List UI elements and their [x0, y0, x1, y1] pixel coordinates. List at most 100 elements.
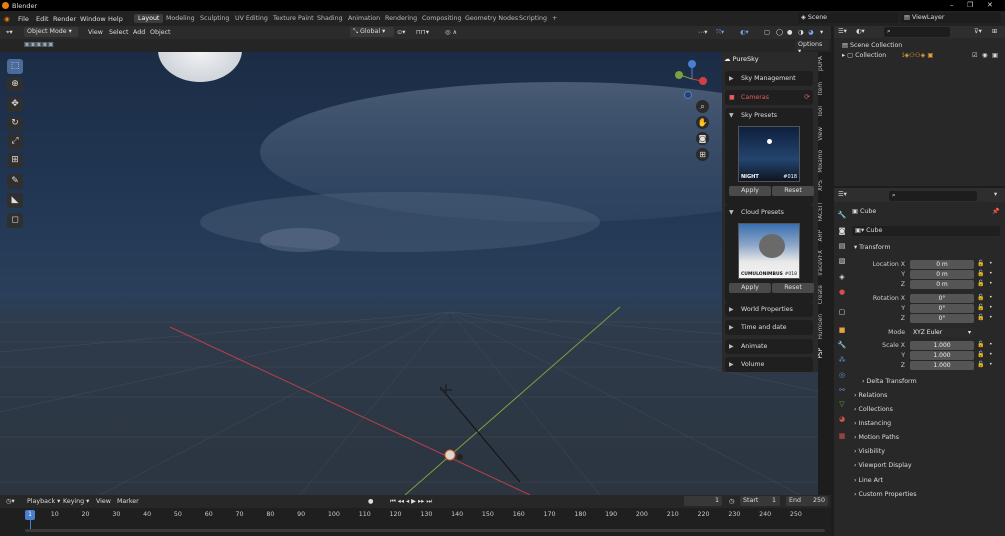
tab-create[interactable]: Create — [818, 285, 831, 304]
tab-tool[interactable]: Tool — [818, 106, 831, 117]
lock-icon[interactable]: 🔓 — [977, 341, 984, 348]
add-workspace-button[interactable]: + — [548, 14, 561, 23]
mode-dropdown[interactable]: Object Mode ▾ — [24, 27, 78, 37]
tab-uv-editing[interactable]: UV Editing — [231, 14, 272, 23]
menu-add[interactable]: Add — [133, 29, 145, 36]
menu-timeline-view[interactable]: View — [96, 498, 111, 505]
lock-icon[interactable]: 🔓 — [977, 361, 984, 368]
collection-row[interactable]: ▸ ▢ Collection ⟟◈⚇⚇◈ ▣ ☑ ◉ ▣ — [842, 52, 1002, 59]
preview-range-icon[interactable]: ◷ — [729, 498, 735, 505]
keyframe-dot-icon[interactable]: • — [989, 341, 993, 348]
relations-section[interactable]: › Relations — [854, 392, 887, 399]
3d-viewport[interactable]: ⬚ ⊕ ✥ ↻ ⤢ ⊞ ✎ ◣ ◻ ⌕ ✋ ◙ ⊞ — [0, 52, 821, 495]
location-z-field[interactable]: 0 m — [910, 280, 974, 289]
measure-tool[interactable]: ◣ — [7, 193, 23, 208]
close-icon[interactable]: ✕ — [987, 1, 993, 9]
transform-orientation-dropdown[interactable]: ⤡ Global ▾ — [350, 27, 394, 37]
animate-section[interactable]: ▶ Animate — [725, 339, 813, 354]
scale-y-field[interactable]: 1.000 — [910, 351, 974, 360]
xray-icon[interactable]: ▢ — [764, 29, 770, 36]
material-props-icon[interactable]: ◕ — [837, 414, 847, 424]
playback-controls[interactable]: ⏮ ◂◂ ◂ ▶ ▸▸ ⏭ — [390, 498, 432, 506]
options-dropdown[interactable]: Options ▾ — [795, 40, 829, 55]
grid-perspective-icon[interactable]: ⊞ — [696, 148, 709, 161]
lock-icon[interactable]: 🔓 — [977, 314, 984, 321]
tab-view[interactable]: View — [818, 127, 831, 141]
tab-tracevfx[interactable]: TraceVFX — [818, 250, 831, 277]
annotate-tool[interactable]: ✎ — [7, 174, 23, 189]
properties-editor-icon[interactable]: ☰▾ — [838, 191, 847, 198]
data-props-icon[interactable]: ▽ — [837, 399, 847, 409]
properties-search-input[interactable]: ⌕ — [889, 191, 977, 201]
filter-icon[interactable]: ⊽▾ — [974, 28, 982, 35]
record-icon[interactable]: ● — [368, 498, 374, 505]
motion-paths-section[interactable]: › Motion Paths — [854, 434, 899, 441]
lock-icon[interactable]: 🔓 — [977, 280, 984, 287]
zoom-icon[interactable]: ⌕ — [696, 100, 709, 113]
tab-sculpting[interactable]: Sculpting — [196, 14, 233, 23]
rotation-mode-dropdown[interactable]: XYZ Euler ▾ — [910, 328, 974, 337]
tab-pupa[interactable]: pUPA — [818, 56, 831, 71]
pin-icon[interactable]: 📌 — [992, 208, 999, 215]
tab-arp[interactable]: ARP — [818, 230, 831, 242]
view-layer-selector[interactable]: ▤ ViewLayer — [901, 13, 1001, 23]
menu-keying[interactable]: Keying ▾ — [63, 498, 89, 505]
texture-props-icon[interactable]: ▦ — [837, 431, 847, 441]
instancing-section[interactable]: › Instancing — [854, 420, 891, 427]
keyframe-dot-icon[interactable]: • — [989, 270, 993, 277]
new-collection-icon[interactable]: ⊞ — [992, 28, 997, 35]
timeline-editor-icon[interactable]: ◷▾ — [6, 498, 15, 505]
end-frame-field[interactable]: End 250 — [786, 496, 828, 506]
menu-help[interactable]: Help — [108, 15, 123, 23]
chevron-down-icon[interactable]: ▼ — [729, 112, 734, 119]
move-tool[interactable]: ✥ — [7, 97, 23, 112]
cloud-preset-thumbnail[interactable]: CUMULONIMBUS #018 — [738, 223, 800, 279]
gizmo-z-axis[interactable] — [688, 60, 696, 68]
menu-render[interactable]: Render — [53, 15, 76, 23]
camera-restrict-icon[interactable]: ▣ — [992, 52, 998, 59]
overlay-icon[interactable]: ◐▾ — [740, 29, 749, 36]
line-art-section[interactable]: › Line Art — [854, 477, 883, 484]
material-shading-icon[interactable]: ◑ — [798, 29, 804, 36]
cameras-section[interactable]: ■ Cameras ⟳ — [725, 90, 813, 105]
location-x-field[interactable]: 0 m — [910, 260, 974, 269]
refresh-icon[interactable]: ⟳ — [804, 93, 810, 101]
tab-faceit[interactable]: FACEIT — [818, 202, 831, 222]
outliner-search-input[interactable]: ⌕ — [884, 27, 950, 37]
lock-icon[interactable]: 🔓 — [977, 270, 984, 277]
tab-scripting[interactable]: Scripting — [515, 14, 551, 23]
render-props-icon[interactable]: ◙ — [837, 226, 847, 236]
tab-texture-paint[interactable]: Texture Paint — [269, 14, 318, 23]
menu-window[interactable]: Window — [80, 15, 106, 23]
tab-animation[interactable]: Animation — [344, 14, 384, 23]
keyframe-dot-icon[interactable]: • — [989, 280, 993, 287]
timeline[interactable]: 1 10 20 30 40 50 60 70 80 90 100 110 120 130 140 150 160… — [0, 508, 831, 536]
world-properties-section[interactable]: ▶ World Properties — [725, 302, 813, 317]
tab-item[interactable]: Item — [818, 82, 831, 95]
menu-select[interactable]: Select — [109, 29, 128, 36]
physics-props-icon[interactable]: ◎ — [837, 370, 847, 380]
location-y-field[interactable]: 0 m — [910, 270, 974, 279]
pan-hand-icon[interactable]: ✋ — [696, 116, 709, 129]
cloud-apply-button[interactable]: Apply — [729, 283, 771, 293]
menu-view[interactable]: View — [88, 29, 103, 36]
lock-icon[interactable]: 🔓 — [977, 260, 984, 267]
menu-marker[interactable]: Marker — [117, 498, 139, 505]
editor-type-icon[interactable]: ⌖▾ — [6, 29, 13, 37]
minimize-icon[interactable]: – — [950, 1, 954, 9]
outliner-editor-icon[interactable]: ☰▾ — [838, 28, 847, 35]
visibility-icon[interactable]: ⋯▾ — [698, 29, 707, 36]
lock-icon[interactable]: 🔓 — [977, 294, 984, 301]
menu-playback[interactable]: Playback ▾ — [27, 498, 60, 505]
object-origin[interactable] — [444, 449, 456, 461]
keyframe-dot-icon[interactable]: • — [989, 361, 993, 368]
rotation-z-field[interactable]: 0° — [910, 314, 974, 323]
constraints-props-icon[interactable]: ⚯ — [837, 385, 847, 395]
scene-selector[interactable]: ◈ Scene — [798, 13, 898, 23]
gizmo-icon[interactable]: ⤧▾ — [716, 29, 724, 37]
keyframe-dot-icon[interactable]: • — [989, 260, 993, 267]
tab-humgen[interactable]: HumGen — [818, 314, 831, 339]
delta-transform-section[interactable]: › Delta Transform — [862, 378, 917, 385]
solid-shading-icon[interactable]: ● — [787, 29, 793, 36]
viewport-display-section[interactable]: › Viewport Display — [854, 462, 912, 469]
